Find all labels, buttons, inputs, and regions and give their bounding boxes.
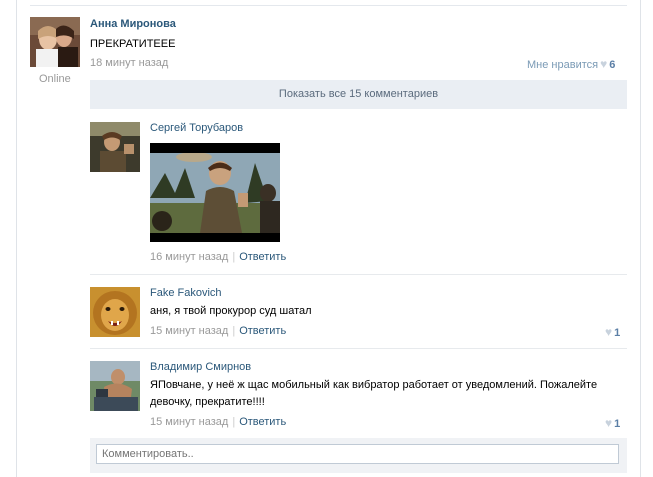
- like-label: Мне нравится: [527, 59, 599, 71]
- post-author-avatar[interactable]: [30, 17, 80, 67]
- comment-meta: 15 минут назад | Ответить: [150, 325, 286, 337]
- page-border-right: [640, 0, 641, 477]
- comment-author-name[interactable]: Владимир Смирнов: [150, 361, 251, 373]
- comment-author-name[interactable]: Fake Fakovich: [150, 287, 222, 299]
- reply-link[interactable]: Ответить: [239, 325, 286, 337]
- comment-author-avatar[interactable]: [90, 361, 140, 411]
- reply-link[interactable]: Ответить: [239, 251, 286, 263]
- comment-divider: [90, 274, 627, 275]
- comment-video-thumbnail[interactable]: [150, 143, 280, 242]
- reply-link[interactable]: Ответить: [239, 416, 286, 428]
- comment-meta: 15 минут назад | Ответить: [150, 416, 286, 428]
- comment-input[interactable]: [96, 444, 619, 464]
- comment-author-avatar[interactable]: [90, 287, 140, 337]
- comment-timestamp[interactable]: 15 минут назад: [150, 416, 228, 428]
- comment-text-line-1: ЯПовчане, у неё ж щас мобильный как вибр…: [150, 379, 598, 391]
- like-count: 1: [614, 418, 621, 430]
- meta-separator: |: [232, 251, 236, 263]
- top-divider: [30, 5, 627, 6]
- post-like-button[interactable]: Мне нравится ♥ 6: [527, 57, 615, 71]
- show-all-comments-button[interactable]: Показать все 15 комментариев: [90, 80, 627, 109]
- comment-author-avatar[interactable]: [90, 122, 140, 172]
- comment-like-button[interactable]: ♥ 1: [603, 416, 620, 430]
- heart-icon: ♥: [605, 416, 613, 430]
- comment-timestamp[interactable]: 15 минут назад: [150, 325, 228, 337]
- heart-icon: ♥: [605, 325, 613, 339]
- online-status: Online: [39, 73, 71, 85]
- comment-author-name[interactable]: Сергей Торубаров: [150, 122, 243, 134]
- comment-text: аня, я твой прокурор суд шатал: [150, 305, 312, 317]
- comment-timestamp[interactable]: 16 минут назад: [150, 251, 228, 263]
- comment-divider: [90, 348, 627, 349]
- comment-like-button[interactable]: ♥ 1: [603, 325, 620, 339]
- meta-separator: |: [232, 325, 236, 337]
- post-author-name[interactable]: Анна Миронова: [90, 18, 176, 30]
- meta-separator: |: [232, 416, 236, 428]
- comment-text-line-2: девочку, прекратите!!!!: [150, 396, 265, 408]
- comment-form: [90, 438, 627, 473]
- comment-meta: 16 минут назад | Ответить: [150, 251, 286, 263]
- post-text: ПРЕКРАТИТЕЕЕ: [90, 38, 176, 50]
- like-count: 1: [614, 327, 621, 339]
- like-count: 6: [609, 59, 616, 71]
- post-timestamp[interactable]: 18 минут назад: [90, 57, 168, 69]
- heart-icon: ♥: [600, 57, 608, 71]
- page-border-left: [16, 0, 17, 477]
